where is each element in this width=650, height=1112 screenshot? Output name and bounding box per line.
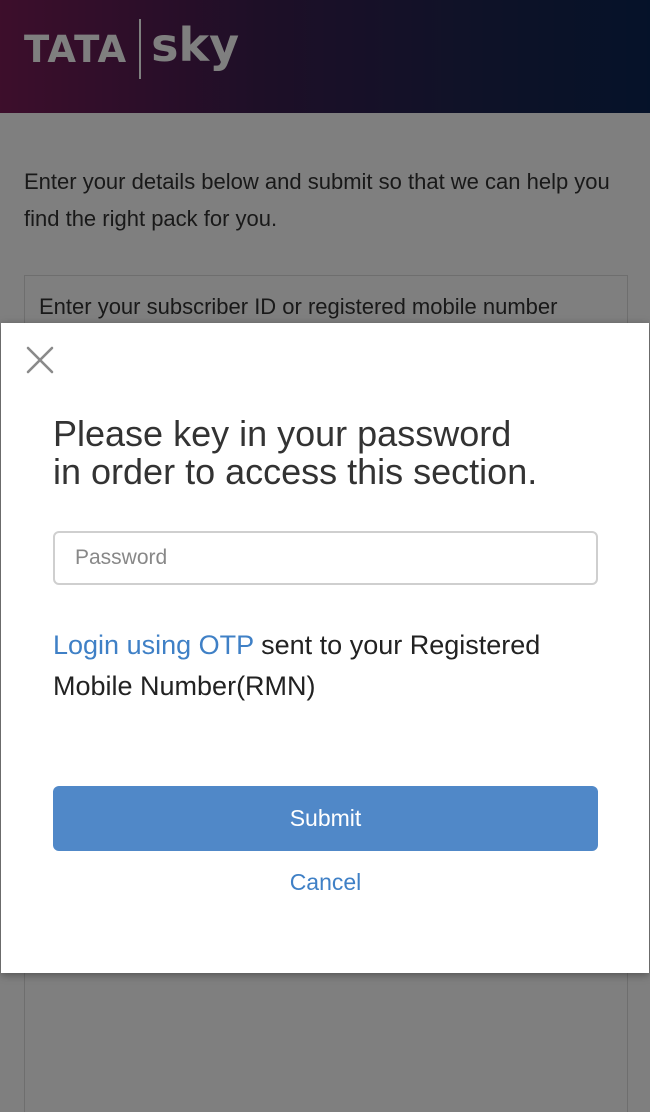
otp-login-text: Login using OTP sent to your Registered … [53,625,613,707]
cancel-button[interactable]: Cancel [53,869,598,896]
modal-title: Please key in your password in order to … [53,415,613,491]
close-button[interactable] [23,343,57,377]
password-input[interactable] [53,531,598,585]
submit-button[interactable]: Submit [53,786,598,851]
password-modal: Please key in your password in order to … [1,323,649,973]
modal-title-line-2: in order to access this section. [53,451,538,492]
close-icon [26,346,54,374]
modal-title-line-1: Please key in your password [53,413,512,454]
login-using-otp-link[interactable]: Login using OTP [53,630,254,660]
